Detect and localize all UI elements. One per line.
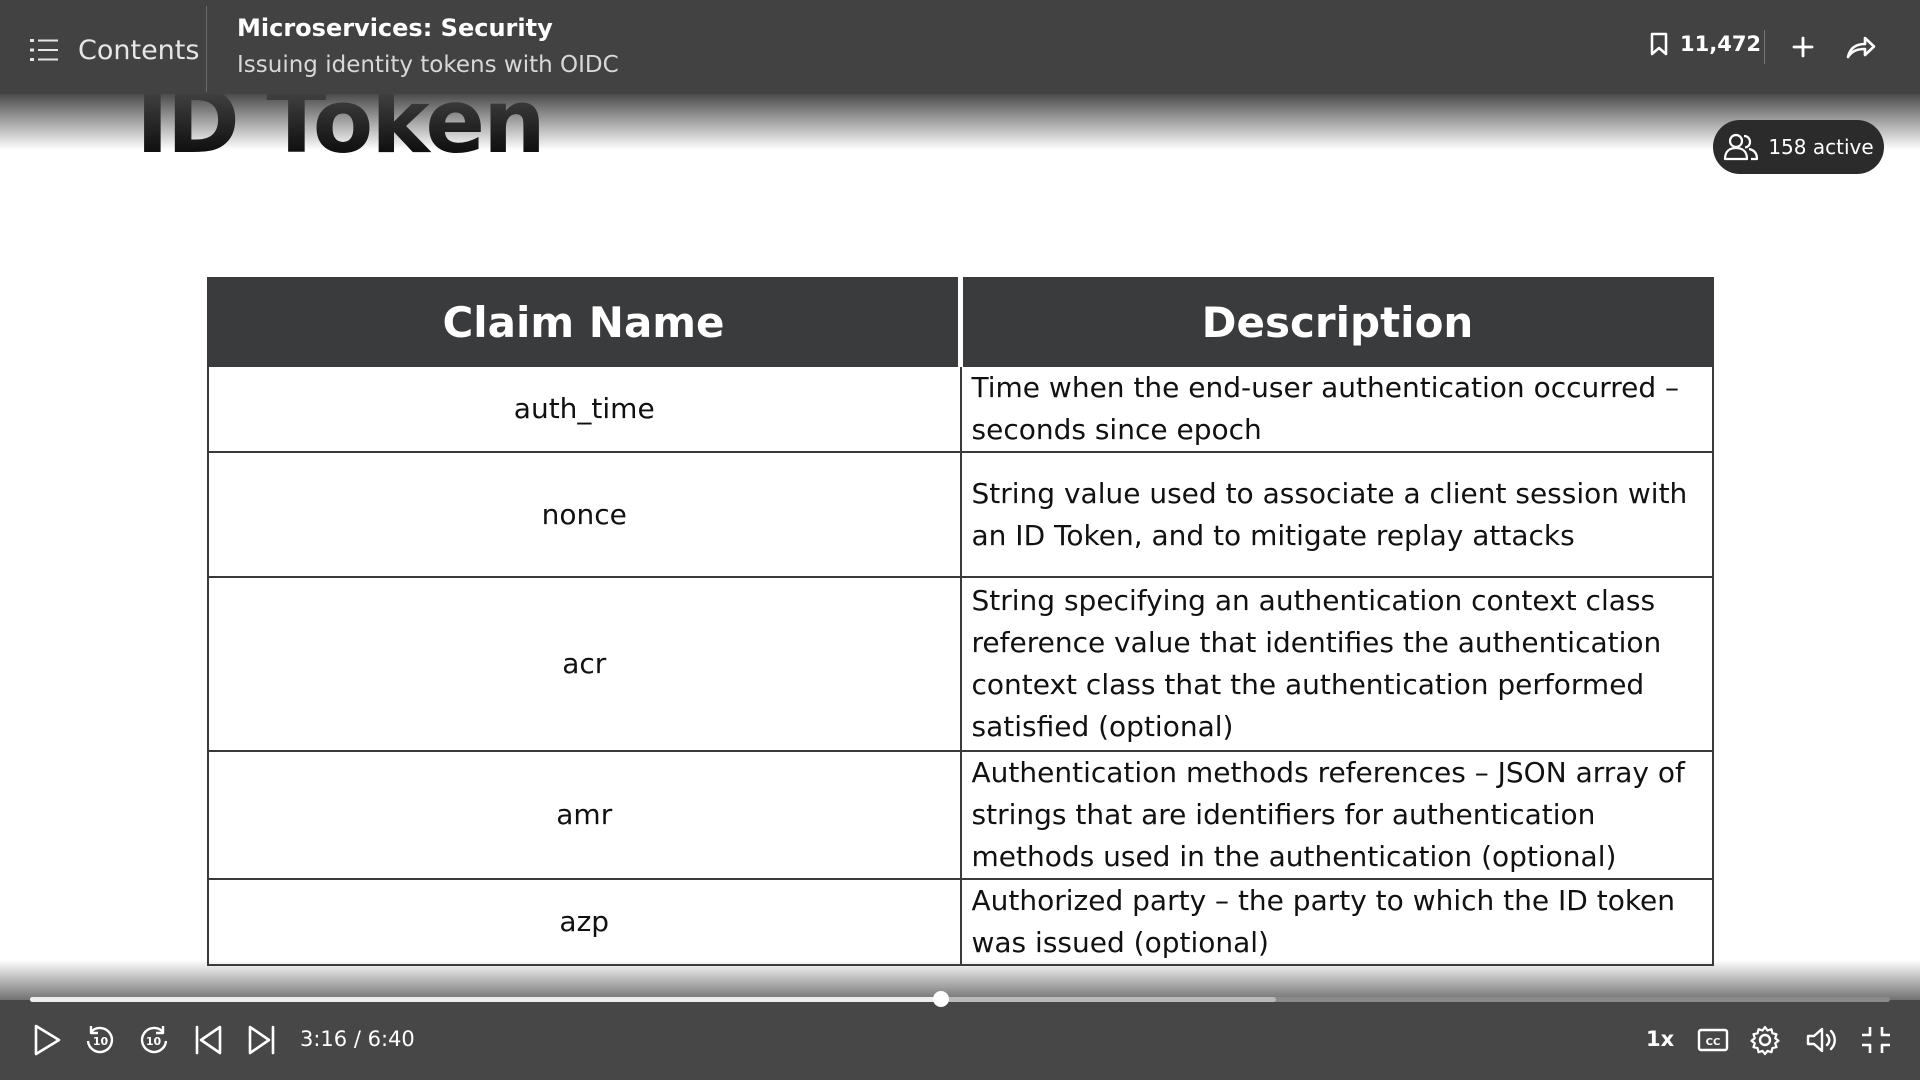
table-row: nonce String value used to associate a c… [207,451,1714,578]
table-row: amr Authentication methods references – … [207,750,1714,880]
claim-description-cell: Time when the end-user authentication oc… [959,365,1714,453]
captions-icon: CC [1697,1028,1729,1052]
contents-label: Contents [78,34,200,66]
exit-fullscreen-icon [1862,1027,1890,1053]
settings-button[interactable] [1747,1018,1783,1062]
previous-video-button[interactable] [188,1018,228,1062]
video-title: Issuing identity tokens with OIDC [237,52,619,78]
claim-name-cell: amr [207,750,962,880]
share-icon [1846,36,1876,59]
list-icon [30,39,58,61]
share-button[interactable] [1843,31,1877,65]
claim-description-cell: String specifying an authentication cont… [959,576,1714,752]
rewind-10-icon: 10 [86,1026,114,1054]
video-frame[interactable]: ID Token Claim Name Description auth_tim… [0,0,1920,1080]
progress-bar[interactable] [30,991,1890,1007]
settings-icon [1750,1025,1780,1056]
table-row: acr String specifying an authentication … [207,576,1714,752]
previous-icon [195,1025,222,1055]
player-header: Contents Microservices: Security Issuing… [0,0,1920,94]
bookmark-button[interactable]: 11,472 [1650,32,1761,56]
course-title[interactable]: Microservices: Security [237,14,553,42]
claim-description-cell: Authentication methods references – JSON… [959,750,1714,880]
rewind-10-button[interactable]: 10 [80,1018,120,1062]
captions-button[interactable]: CC [1695,1018,1731,1062]
claim-name-cell: azp [207,878,962,966]
played-range [30,997,942,1002]
plus-icon [1792,36,1814,58]
claim-name-cell: acr [207,576,962,752]
time-display: 3:16 / 6:40 [300,1027,415,1051]
table-header-row: Claim Name Description [207,277,1714,367]
exit-fullscreen-button[interactable] [1857,1018,1895,1062]
player-controls [0,1000,1920,1080]
column-header-claim-name: Claim Name [207,277,963,367]
column-header-description: Description [959,277,1714,367]
forward-10-icon: 10 [140,1026,168,1054]
svg-text:10: 10 [146,1035,162,1048]
table-row: auth_time Time when the end-user authent… [207,365,1714,453]
claim-description-cell: String value used to associate a client … [959,451,1714,578]
active-viewers-label: 158 active [1768,135,1874,159]
claim-name-cell: auth_time [207,365,962,453]
play-button[interactable] [26,1018,68,1062]
active-viewers-badge[interactable]: 158 active [1713,120,1884,174]
add-to-collection-button[interactable] [1786,30,1820,64]
table-row: azp Authorized party – the party to whic… [207,878,1714,966]
header-divider [206,6,207,92]
svg-text:CC: CC [1706,1037,1721,1048]
next-icon [248,1025,275,1055]
contents-button[interactable]: Contents [30,30,199,70]
next-video-button[interactable] [242,1018,282,1062]
controls-gradient [0,960,1920,1000]
bookmark-icon [1650,32,1668,56]
volume-icon [1806,1027,1836,1053]
claim-description-cell: Authorized party – the party to which th… [959,878,1714,966]
users-icon [1724,133,1759,161]
header-right-divider [1764,30,1765,64]
bookmark-count: 11,472 [1680,32,1762,56]
play-icon [34,1024,61,1056]
claims-table: Claim Name Description auth_time Time wh… [207,277,1714,966]
volume-button[interactable] [1803,1018,1841,1062]
forward-10-button[interactable]: 10 [134,1018,174,1062]
claim-name-cell: nonce [207,451,962,578]
playback-speed-button[interactable]: 1x [1646,1027,1674,1051]
svg-text:10: 10 [93,1035,109,1048]
